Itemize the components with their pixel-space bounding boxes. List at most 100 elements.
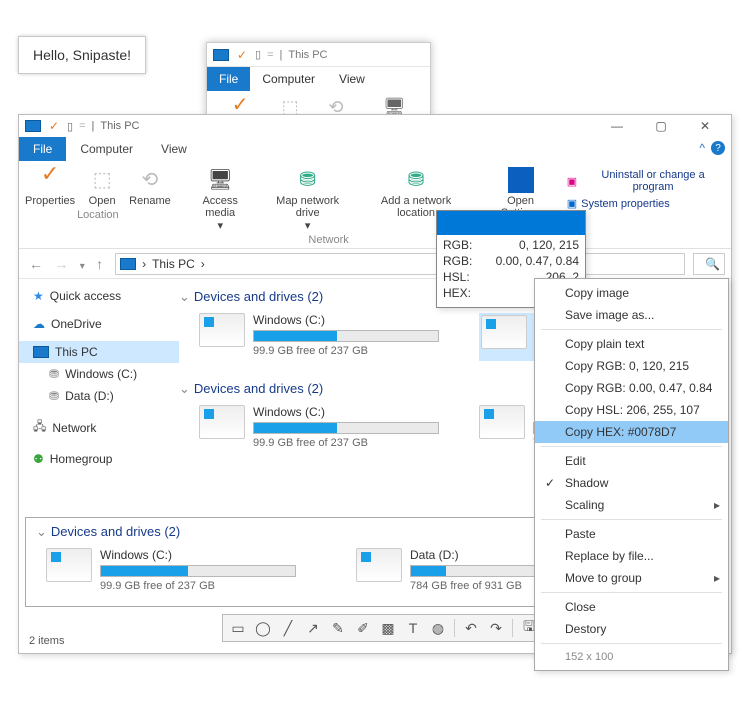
- tool-button[interactable]: ▭: [227, 617, 249, 639]
- properties-button[interactable]: ✓Properties: [25, 167, 75, 207]
- tab-file[interactable]: File: [19, 137, 66, 161]
- minimize-button[interactable]: —: [595, 115, 639, 137]
- access-media[interactable]: 🖥Access media▾: [187, 167, 254, 232]
- menu-separator: [541, 519, 722, 520]
- color-swatch: [437, 211, 585, 235]
- sidebar-network[interactable]: 🖧Network: [19, 413, 179, 442]
- rename-button[interactable]: ⟲Rename: [129, 167, 171, 207]
- sidebar-thispc[interactable]: This PC: [19, 341, 179, 363]
- up-button[interactable]: ↑: [92, 256, 107, 272]
- color-row: RGB:0, 120, 215: [443, 237, 579, 253]
- tab-computer[interactable]: Computer: [66, 137, 147, 161]
- sysprops-link[interactable]: ▣System properties: [567, 195, 725, 212]
- help-icon[interactable]: ?: [711, 141, 725, 155]
- menu-item[interactable]: Copy HSL: 206, 255, 107: [535, 399, 728, 421]
- drive-c[interactable]: Windows (C:)99.9 GB free of 237 GB: [199, 313, 439, 361]
- sidebar-winc[interactable]: ⛃Windows (C:): [19, 363, 179, 385]
- sep-icon: ›: [142, 257, 146, 271]
- drive-c[interactable]: Windows (C:)99.9 GB free of 237 GB: [199, 405, 439, 449]
- ribbon-network: 🖥Access media▾ ⛃Map network drive▾ ⛃Add …: [187, 167, 471, 246]
- mini-tabs: File Computer View: [207, 67, 430, 91]
- color-row: RGB:0.00, 0.47, 0.84: [443, 253, 579, 269]
- chevron-down-icon: ⌄: [36, 524, 51, 539]
- ribbon: ✓Properties ⬚Open ⟲Rename Location 🖥Acce…: [19, 161, 731, 249]
- tool-button[interactable]: ▩: [377, 617, 399, 639]
- sidebar-datad[interactable]: ⛃Data (D:): [19, 385, 179, 407]
- context-menu: Copy imageSave image as... Copy plain tex…: [534, 278, 729, 671]
- status-bar: 2 items: [29, 635, 64, 647]
- path-text: This PC: [152, 257, 195, 271]
- homegroup-icon: ⚉: [33, 452, 44, 466]
- menu-item[interactable]: Move to group: [535, 567, 728, 589]
- star-icon: ★: [33, 289, 44, 303]
- drive-icon: [199, 405, 245, 439]
- tab-computer[interactable]: Computer: [250, 67, 327, 91]
- forward-button[interactable]: →: [50, 256, 72, 272]
- tool-button[interactable]: ✐: [352, 617, 374, 639]
- history-button[interactable]: ▾: [76, 261, 89, 272]
- tool-button[interactable]: ↗: [302, 617, 324, 639]
- drive-icon: [356, 548, 402, 582]
- menu-item[interactable]: Copy image: [535, 282, 728, 304]
- search-box[interactable]: 🔍: [693, 253, 725, 275]
- menu-separator: [541, 592, 722, 593]
- uninstall-link[interactable]: ▣Uninstall or change a program: [567, 167, 725, 195]
- eq-icon: =: [267, 49, 273, 61]
- bar-icon: ▯: [255, 48, 261, 61]
- menu-item[interactable]: Copy RGB: 0.00, 0.47, 0.84: [535, 377, 728, 399]
- drive-icon: [479, 405, 525, 439]
- collapse-ribbon[interactable]: ^: [699, 141, 705, 155]
- back-button[interactable]: ←: [25, 256, 47, 272]
- menu-item[interactable]: Paste: [535, 523, 728, 545]
- ribbon-location: ✓Properties ⬚Open ⟲Rename Location: [25, 167, 171, 246]
- group-label: Location: [25, 207, 171, 221]
- cloud-icon: ☁: [33, 317, 45, 331]
- menu-item[interactable]: Copy HEX: #0078D7: [535, 421, 728, 443]
- close-button[interactable]: ✕: [683, 115, 727, 137]
- drive-icon: [199, 313, 245, 347]
- tool-button[interactable]: ╱: [277, 617, 299, 639]
- menu-separator: [541, 643, 722, 644]
- maximize-button[interactable]: ▢: [639, 115, 683, 137]
- menu-item[interactable]: Copy RGB: 0, 120, 215: [535, 355, 728, 377]
- tool-button[interactable]: ◍: [427, 617, 449, 639]
- chevron-down-icon: ⌄: [179, 289, 194, 304]
- menu-item[interactable]: Replace by file...: [535, 545, 728, 567]
- ribbon-help: ^?: [699, 141, 725, 155]
- menu-item[interactable]: Shadow: [535, 472, 728, 494]
- menu-item: 152 x 100: [535, 647, 728, 667]
- tool-button[interactable]: T: [402, 617, 424, 639]
- hello-snip: Hello, Snipaste!: [18, 36, 146, 74]
- menu-item[interactable]: Edit: [535, 450, 728, 472]
- sidebar-onedrive[interactable]: ☁OneDrive: [19, 313, 179, 335]
- monitor-icon: [213, 49, 229, 61]
- search-icon: 🔍: [705, 257, 720, 271]
- sidebar-homegroup[interactable]: ⚉Homegroup: [19, 448, 179, 470]
- drive-icon: ⛃: [49, 367, 59, 381]
- drive-icon: [481, 315, 527, 349]
- separator: [512, 619, 513, 637]
- tab-view[interactable]: View: [147, 137, 201, 161]
- menu-item[interactable]: Copy plain text: [535, 333, 728, 355]
- menu-item[interactable]: Save image as...: [535, 304, 728, 326]
- menu-item[interactable]: Destory: [535, 618, 728, 640]
- menu-item[interactable]: Close: [535, 596, 728, 618]
- tool-button[interactable]: ↶: [460, 617, 482, 639]
- window-buttons: — ▢ ✕: [595, 115, 727, 137]
- menu-item[interactable]: Scaling: [535, 494, 728, 516]
- tool-button[interactable]: ↷: [485, 617, 507, 639]
- path-box[interactable]: › This PC ›: [115, 253, 685, 275]
- monitor-icon: [25, 120, 41, 132]
- separator: [454, 619, 455, 637]
- drive-c[interactable]: Windows (C:)99.9 GB free of 237 GB: [46, 548, 296, 592]
- bar-icon: ▯: [67, 120, 73, 133]
- sidebar-quick[interactable]: ★Quick access: [19, 285, 179, 307]
- tab-view[interactable]: View: [327, 67, 377, 91]
- map-drive[interactable]: ⛃Map network drive▾: [264, 167, 352, 232]
- tool-button[interactable]: ◯: [252, 617, 274, 639]
- mini-title: This PC: [288, 49, 327, 61]
- tool-button[interactable]: ✎: [327, 617, 349, 639]
- check-icon: ✓: [235, 48, 249, 62]
- open-button[interactable]: ⬚Open: [85, 167, 119, 207]
- tab-file[interactable]: File: [207, 67, 250, 91]
